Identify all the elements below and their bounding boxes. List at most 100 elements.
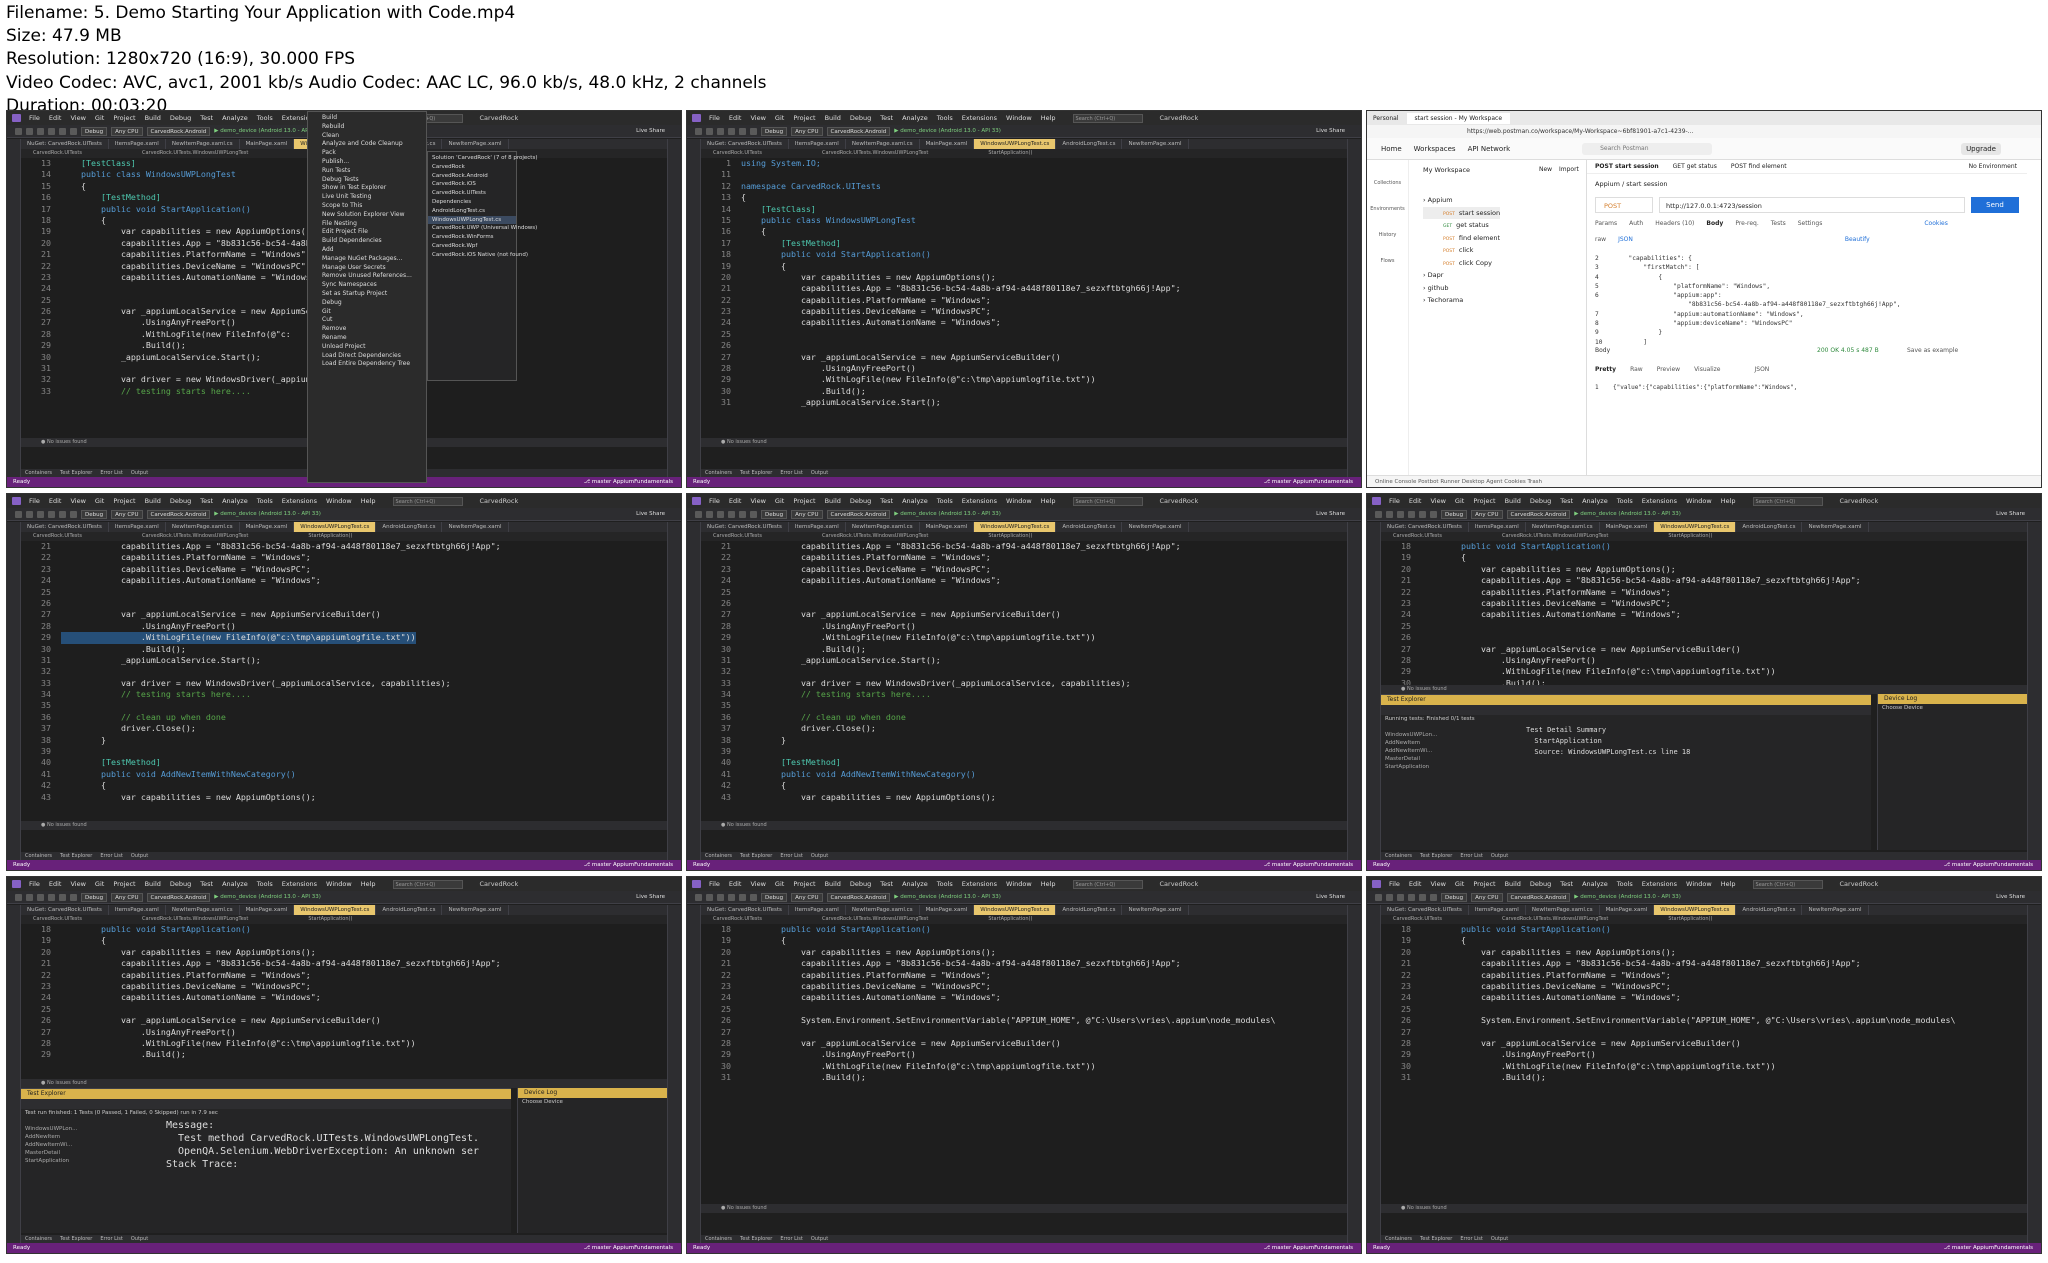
startup-project-select[interactable]: CarvedRock.Android <box>826 126 891 136</box>
menu-item-project[interactable]: Project <box>113 114 135 122</box>
menu-item-window[interactable]: Window <box>326 880 352 888</box>
nav-project[interactable]: CarvedRock.UITests <box>713 149 762 158</box>
solution-tree-item[interactable]: CarvedRock.Wpf <box>428 242 516 251</box>
tab-newitempage-xaml-cs[interactable]: NewItemPage.xaml.cs <box>166 522 240 532</box>
menu-item-edit[interactable]: Edit <box>1409 880 1422 888</box>
context-menu-item[interactable]: Analyze and Code Cleanup <box>308 140 426 149</box>
toolbar-icon[interactable] <box>695 893 702 901</box>
response-tab-pretty[interactable]: Pretty <box>1595 366 1616 373</box>
bottom-tab-test-explorer[interactable]: Test Explorer <box>740 852 772 860</box>
choose-device-select[interactable]: Choose Device <box>1878 704 2027 713</box>
detail-source-link[interactable]: Source: WindowsUWPLongTest.cs line 18 <box>1526 747 1690 758</box>
bottom-tab-error-list[interactable]: Error List <box>1460 1235 1483 1243</box>
tab-windowsuwplongtest-cs[interactable]: WindowsUWPLongTest.cs <box>294 522 377 532</box>
solution-tree-item[interactable]: Dependencies <box>428 198 516 207</box>
bottom-tab-error-list[interactable]: Error List <box>780 469 803 477</box>
toolbar-icon[interactable] <box>15 893 22 901</box>
bottom-tab-error-list[interactable]: Error List <box>100 1235 123 1243</box>
menu-item-tools[interactable]: Tools <box>257 497 273 505</box>
toolbar-icon[interactable] <box>750 127 757 135</box>
test-tree-item[interactable]: StartApplication <box>1385 763 1515 771</box>
menu-item-view[interactable]: View <box>70 880 85 888</box>
body-tab-params[interactable]: Params <box>1595 220 1617 227</box>
menu-item-extensions[interactable]: Extensions <box>282 497 317 505</box>
config-select[interactable]: Debug <box>761 126 788 136</box>
tab-itemspage-xaml[interactable]: ItemsPage.xaml <box>109 905 166 915</box>
test-tree-item[interactable]: AddNewItemWi... <box>25 1141 155 1149</box>
menu-item-debug[interactable]: Debug <box>170 114 191 122</box>
solution-tree-item[interactable]: WindowsUWPLongTest.cs <box>428 215 516 225</box>
bottom-tab-error-list[interactable]: Error List <box>1460 852 1483 860</box>
toolbar-icon[interactable] <box>706 510 713 518</box>
context-menu-item[interactable]: Show in Test Explorer <box>308 184 426 193</box>
toolbar-icon[interactable] <box>1375 510 1382 518</box>
tab-nuget-carvedrock-uitests[interactable]: NuGet: CarvedRock.UITests <box>701 522 789 532</box>
import-button[interactable]: Import <box>1559 166 1579 173</box>
tab-androidlongtest-cs[interactable]: AndroidLongTest.cs <box>1056 905 1123 915</box>
context-menu-item[interactable]: Clean <box>308 132 426 141</box>
test-tree-item[interactable]: WindowsUWPLon... <box>25 1125 155 1133</box>
status-repo[interactable]: AppiumFundamentals <box>1973 862 2033 868</box>
run-button[interactable]: ▶ demo_device (Android 13.0 - API 33) <box>894 128 1001 134</box>
tab-mainpage-xaml[interactable]: MainPage.xaml <box>1600 905 1655 915</box>
platform-select[interactable]: Any CPU <box>111 509 143 519</box>
code-editor[interactable]: 18 public void StartApplication() 19 {20 … <box>1381 924 2027 1204</box>
context-menu-item[interactable]: Scope to This <box>308 202 426 211</box>
toolbar-icon[interactable] <box>717 510 724 518</box>
json-select[interactable]: JSON <box>1618 236 1633 243</box>
status-repo[interactable]: AppiumFundamentals <box>613 862 673 868</box>
nav-member[interactable]: StartApplication() <box>988 149 1032 158</box>
tab-newitempage-xaml-cs[interactable]: NewItemPage.xaml.cs <box>1526 905 1600 915</box>
solution-tree-item[interactable]: CarvedRock.WinForms <box>428 233 516 242</box>
tab-newitempage-xaml-cs[interactable]: NewItemPage.xaml.cs <box>1526 522 1600 532</box>
code-editor[interactable]: 18 public void StartApplication() 19 {20 … <box>21 924 667 1079</box>
nav-class[interactable]: CarvedRock.UITests.WindowsUWPLongTest <box>822 532 928 541</box>
context-menu-item[interactable]: Debug Tests <box>308 176 426 185</box>
bottom-tab-containers[interactable]: Containers <box>705 469 732 477</box>
context-menu-item[interactable]: Add <box>308 246 426 255</box>
bottom-tab-output[interactable]: Output <box>131 852 148 860</box>
menu-item-tools[interactable]: Tools <box>257 880 273 888</box>
bottom-tab-error-list[interactable]: Error List <box>780 852 803 860</box>
body-tab-settings[interactable]: Settings <box>1798 220 1823 227</box>
bottom-tab-error-list[interactable]: Error List <box>100 469 123 477</box>
toolbar-icon[interactable] <box>750 510 757 518</box>
method-select[interactable]: POST <box>1595 197 1653 213</box>
menu-item-test[interactable]: Test <box>880 497 893 505</box>
platform-select[interactable]: Any CPU <box>111 126 143 136</box>
bottom-tab-output[interactable]: Output <box>811 1235 828 1243</box>
body-tab-tests[interactable]: Tests <box>1771 220 1786 227</box>
bottom-tab-test-explorer[interactable]: Test Explorer <box>60 469 92 477</box>
run-button[interactable]: ▶ demo_device (Android 13.0 - API 33) <box>894 511 1001 517</box>
live-share-button[interactable]: Live Share <box>1316 128 1345 134</box>
menu-item-file[interactable]: File <box>29 497 40 505</box>
nav-class[interactable]: CarvedRock.UITests.WindowsUWPLongTest <box>142 915 248 924</box>
config-select[interactable]: Debug <box>81 126 108 136</box>
menu-item-project[interactable]: Project <box>1473 880 1495 888</box>
nav-class[interactable]: CarvedRock.UITests.WindowsUWPLongTest <box>142 149 248 158</box>
nav-class[interactable]: CarvedRock.UITests.WindowsUWPLongTest <box>1502 532 1608 541</box>
platform-select[interactable]: Any CPU <box>791 509 823 519</box>
code-editor[interactable]: 21 capabilities.App = "8b831c56-bc54-4a8… <box>21 541 667 821</box>
live-share-button[interactable]: Live Share <box>636 894 665 900</box>
tab-androidlongtest-cs[interactable]: AndroidLongTest.cs <box>1736 522 1803 532</box>
browser-tab[interactable]: start session - My Workspace <box>1406 112 1511 124</box>
tab-newitempage-xaml[interactable]: NewItemPage.xaml <box>1122 905 1189 915</box>
menu-item-window[interactable]: Window <box>326 497 352 505</box>
tab-itemspage-xaml[interactable]: ItemsPage.xaml <box>1469 905 1526 915</box>
test-tree-item[interactable]: StartApplication <box>25 1157 155 1165</box>
context-menu-item[interactable]: Sync Namespaces <box>308 281 426 290</box>
toolbar-icon[interactable] <box>739 510 746 518</box>
run-button[interactable]: ▶ demo_device (Android 13.0 - API 33) <box>214 894 321 900</box>
menu-item-file[interactable]: File <box>29 114 40 122</box>
toolbar-icon[interactable] <box>70 510 77 518</box>
menu-item-view[interactable]: View <box>750 880 765 888</box>
request-tab[interactable]: POST find element <box>1731 163 1787 170</box>
response-format-select[interactable]: JSON <box>1754 366 1769 373</box>
test-tree-item[interactable]: AddNewItem <box>25 1133 155 1141</box>
tab-androidlongtest-cs[interactable]: AndroidLongTest.cs <box>1056 139 1123 149</box>
status-branch[interactable]: ⎇ master <box>1264 862 1293 868</box>
context-menu-item[interactable]: Git <box>308 308 426 317</box>
context-menu-item[interactable]: Manage NuGet Packages... <box>308 255 426 264</box>
bottom-tab-test-explorer[interactable]: Test Explorer <box>740 469 772 477</box>
